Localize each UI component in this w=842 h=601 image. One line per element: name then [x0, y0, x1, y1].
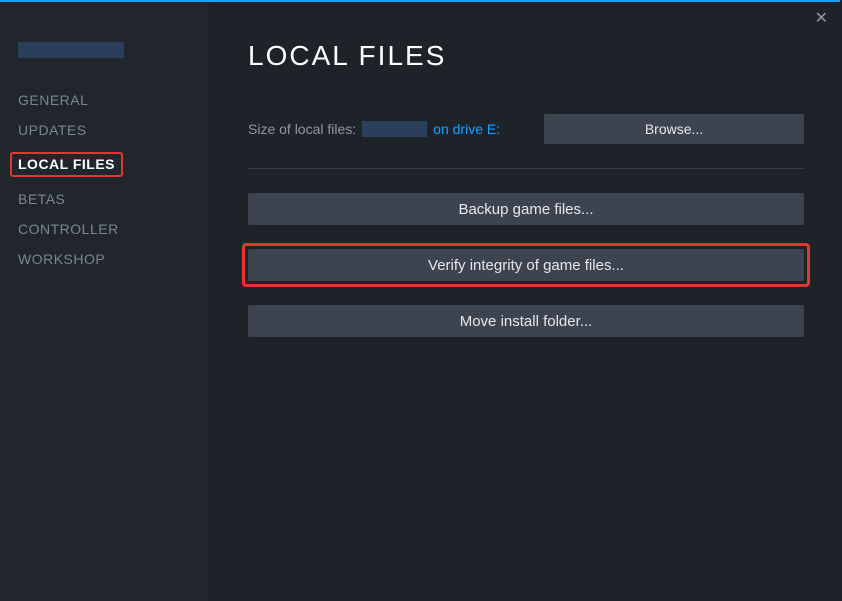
close-icon[interactable]: ✕ — [815, 8, 828, 28]
size-info-row: Size of local files: on drive E: Browse.… — [248, 114, 804, 144]
size-label: Size of local files: — [248, 121, 356, 137]
move-install-folder-button[interactable]: Move install folder... — [248, 305, 804, 337]
sidebar-item-controller[interactable]: CONTROLLER — [18, 214, 209, 244]
divider — [248, 168, 804, 169]
backup-game-files-button[interactable]: Backup game files... — [248, 193, 804, 225]
sidebar-item-local-files[interactable]: LOCAL FILES — [18, 145, 209, 184]
sidebar-item-general[interactable]: GENERAL — [18, 85, 209, 115]
size-value-redacted — [362, 121, 427, 137]
sidebar-item-updates[interactable]: UPDATES — [18, 115, 209, 145]
sidebar-item-label: LOCAL FILES — [10, 152, 123, 177]
window-container: GENERAL UPDATES LOCAL FILES BETAS CONTRO… — [0, 0, 842, 601]
drive-text: on drive E: — [433, 121, 500, 137]
main-panel: LOCAL FILES Size of local files: on driv… — [210, 2, 842, 601]
top-accent-bar — [0, 0, 840, 2]
verify-integrity-button[interactable]: Verify integrity of game files... — [248, 249, 804, 281]
game-title-badge — [18, 42, 124, 58]
sidebar-item-betas[interactable]: BETAS — [18, 184, 209, 214]
browse-button[interactable]: Browse... — [544, 114, 804, 144]
verify-highlight-box: Verify integrity of game files... — [242, 243, 810, 287]
sidebar-item-workshop[interactable]: WORKSHOP — [18, 244, 209, 274]
page-title: LOCAL FILES — [248, 40, 804, 72]
sidebar: GENERAL UPDATES LOCAL FILES BETAS CONTRO… — [0, 2, 210, 601]
